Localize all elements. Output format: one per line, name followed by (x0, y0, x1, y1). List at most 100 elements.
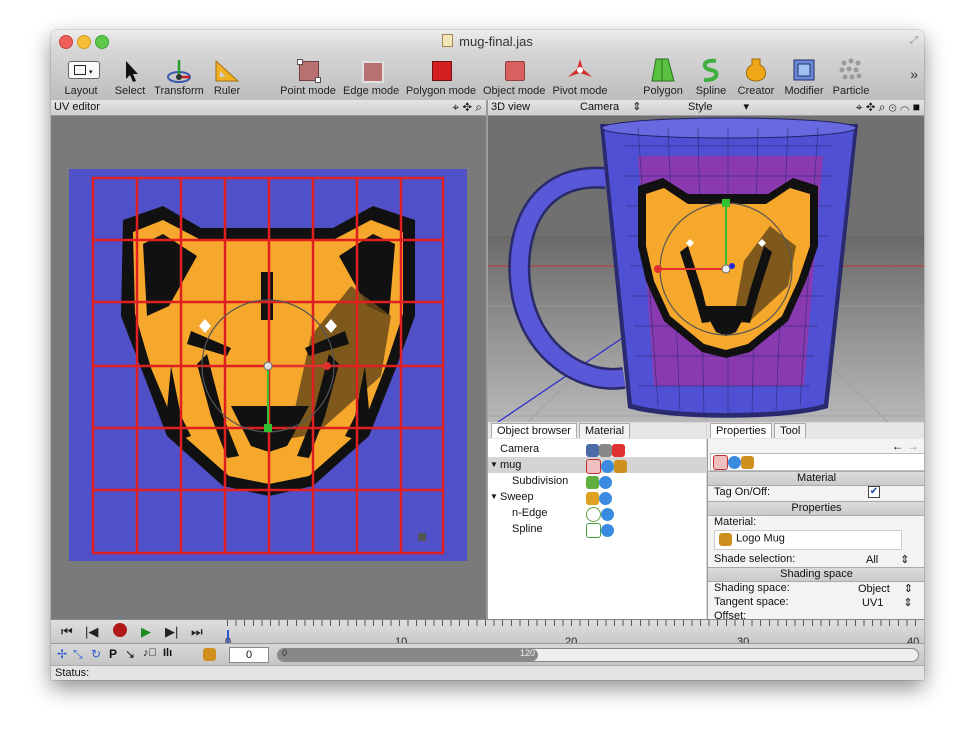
uv-editor-canvas[interactable] (51, 116, 486, 619)
tool-layout-label: Layout (64, 85, 98, 97)
style-select[interactable]: Style ▾ (688, 100, 749, 115)
tool-edge-mode[interactable]: Edge mode (343, 55, 399, 97)
modifier-icon (789, 55, 819, 85)
headphone-icon[interactable]: ⌒ (900, 100, 910, 114)
maximize-icon[interactable]: ■ (913, 100, 920, 114)
tag-icon[interactable] (612, 443, 625, 457)
tool-layout[interactable]: ▾ Layout (61, 55, 101, 97)
material-tag-icon[interactable] (614, 459, 627, 473)
tool-creator-label: Creator (737, 85, 775, 97)
tool-pivot-mode-label: Pivot mode (552, 85, 608, 97)
tab-properties[interactable]: Properties (710, 423, 773, 438)
tool-object-mode[interactable]: Object mode (483, 55, 545, 97)
list-item-camera[interactable]: Camera (488, 441, 706, 457)
disclosure-triangle-icon[interactable]: ▼ (490, 489, 498, 505)
tool-object-mode-label: Object mode (483, 85, 546, 97)
timeline: ⏮ |◀ ▶ ▶| ⏭ 0 10 20 30 40 (51, 619, 924, 648)
tool-polygon-mode[interactable]: Polygon mode (405, 55, 477, 97)
pivot-mode-icon (565, 55, 595, 85)
target-icon[interactable]: ⌖ (856, 100, 863, 114)
tool-creator[interactable]: Creator (735, 55, 777, 97)
back-arrow-icon[interactable]: ← (892, 439, 904, 453)
tool-modifier[interactable]: Modifier (781, 55, 827, 97)
layout-icon: ▾ (66, 55, 100, 85)
uv-editor-title: UV editor (54, 101, 100, 113)
material-icon[interactable] (203, 648, 216, 661)
stepper-icon: ⇕ (903, 583, 914, 595)
properties-tabs: Properties Tool (707, 423, 924, 440)
tool-transform[interactable]: Transform (153, 55, 205, 97)
tool-particle[interactable]: Particle (829, 55, 873, 97)
step-back-icon[interactable]: |◀ (85, 624, 98, 640)
shade-selection-select[interactable]: All ⇕ (866, 553, 909, 566)
spline-key-icon[interactable]: ↘ (125, 647, 135, 661)
polygon-object-icon (586, 458, 601, 474)
parameter-key-icon[interactable]: P (109, 647, 117, 661)
camera-select[interactable]: Camera ⇕ (580, 100, 641, 115)
list-item-subdivision[interactable]: Subdivision (488, 473, 706, 489)
material-tag-icon[interactable] (741, 456, 754, 469)
view3d-canvas[interactable] (488, 116, 924, 422)
tool-ruler[interactable]: Ruler (211, 55, 243, 97)
material-field[interactable]: Logo Mug (714, 530, 902, 550)
stepper-icon: ⇕ (632, 101, 642, 113)
tab-object-browser[interactable]: Object browser (491, 423, 577, 438)
range-slider[interactable]: 0 120 (277, 648, 919, 662)
list-item-mug[interactable]: ▼ mug (488, 457, 706, 474)
uv-tag-icon[interactable] (601, 507, 614, 521)
tab-tool[interactable]: Tool (774, 423, 807, 438)
tag-on-off-checkbox[interactable]: ✔ (868, 486, 880, 498)
disclosure-triangle-icon[interactable]: ▼ (490, 457, 498, 473)
record-icon[interactable] (113, 623, 127, 637)
scale-key-icon[interactable]: ⤡ (73, 647, 83, 662)
go-to-end-icon[interactable]: ⏭ (191, 624, 203, 640)
uv-tag-icon[interactable] (728, 456, 741, 469)
uv-tag-icon[interactable] (601, 523, 614, 537)
uv-tag-icon[interactable] (599, 475, 612, 489)
target-icon[interactable]: ⌖ (452, 100, 459, 114)
tangent-space-select[interactable]: UV1 ⇕ (862, 596, 913, 609)
move-icon[interactable]: ✥ (866, 100, 875, 114)
object-browser-tabs: Object browser Material (488, 423, 706, 440)
toolbar-overflow-button[interactable]: » (910, 66, 918, 82)
list-item-sweep[interactable]: ▼ Sweep (488, 489, 706, 505)
zoom-icon[interactable]: ⌕ (879, 100, 886, 114)
sound-key-icon[interactable]: ♪⃝ (143, 647, 157, 659)
tool-point-mode[interactable]: Point mode (279, 55, 337, 97)
app-window: mug-final.jas ⤢ ▾ Layout Select Transfor… (51, 30, 924, 680)
material-icon (719, 533, 732, 546)
tool-select[interactable]: Select (113, 55, 147, 97)
object-label: mug (500, 459, 522, 471)
tab-material[interactable]: Material (578, 423, 631, 438)
fullscreen-icon[interactable]: ⤢ (910, 35, 918, 46)
polygon-object-icon[interactable] (713, 455, 728, 470)
move-key-icon[interactable]: ✢ (57, 647, 67, 661)
shading-space-select[interactable]: Object ⇕ (858, 582, 913, 595)
select-arrow-icon (115, 55, 145, 85)
point-mode-icon (293, 55, 323, 85)
frame-input[interactable]: 0 (229, 647, 269, 663)
tool-pivot-mode[interactable]: Pivot mode (551, 55, 609, 97)
tool-polygon[interactable]: Polygon (641, 55, 685, 97)
zoom-icon[interactable]: ⌕ (475, 100, 482, 114)
material-value: Logo Mug (736, 532, 785, 545)
forward-arrow-icon[interactable]: → (907, 439, 919, 453)
object-label: n-Edge (512, 507, 548, 519)
status-label: Status: (55, 667, 90, 679)
playhead[interactable] (227, 630, 229, 644)
tool-spline[interactable]: Spline (691, 55, 731, 97)
orbit-icon[interactable]: ⊙ (889, 100, 897, 114)
uv-tag-icon[interactable] (601, 459, 614, 473)
tool-modifier-label: Modifier (784, 85, 824, 97)
uv-tag-icon[interactable] (599, 491, 612, 505)
range-slider-handle[interactable] (278, 649, 538, 661)
target-tag-icon (599, 443, 612, 457)
levels-key-icon[interactable]: Ilı (163, 647, 172, 659)
play-icon[interactable]: ▶ (141, 624, 151, 640)
move-icon[interactable]: ✥ (462, 100, 471, 114)
list-item-spline[interactable]: Spline (488, 521, 706, 538)
step-forward-icon[interactable]: ▶| (165, 624, 178, 640)
go-to-start-icon[interactable]: ⏮ (61, 624, 73, 640)
rotate-key-icon[interactable]: ↻ (91, 647, 101, 661)
list-item-n-edge[interactable]: n-Edge (488, 505, 706, 522)
